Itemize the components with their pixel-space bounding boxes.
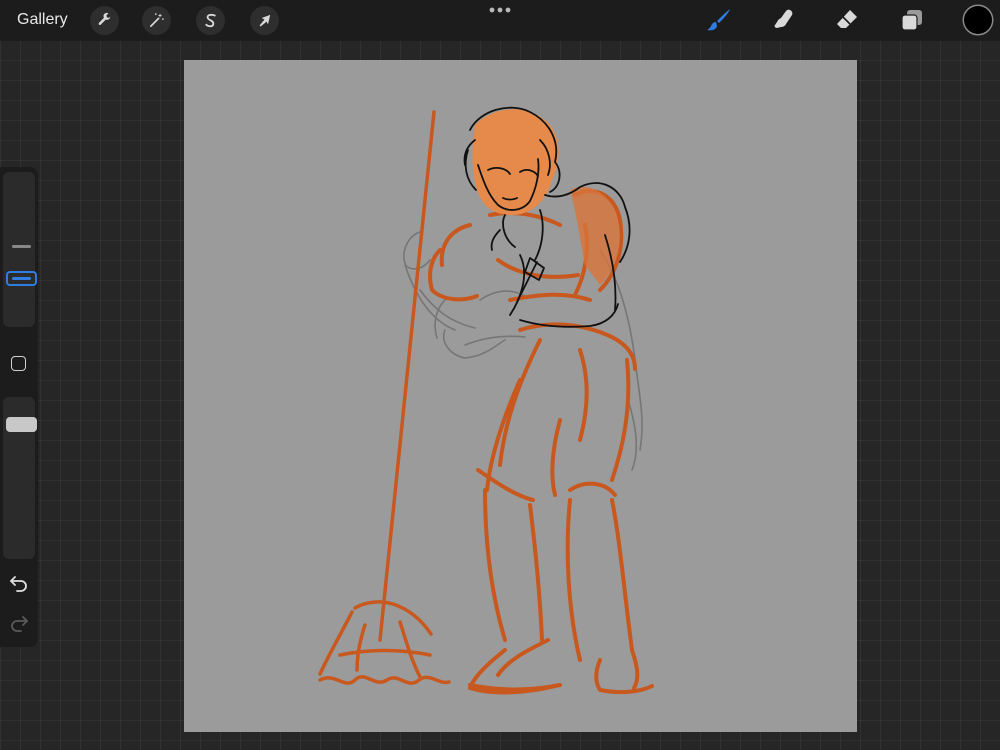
opacity-slider[interactable] <box>3 397 37 559</box>
gallery-button[interactable]: Gallery <box>17 11 68 29</box>
mop-head <box>318 600 451 685</box>
opacity-thumb[interactable] <box>6 416 37 432</box>
layers-icon[interactable] <box>899 7 925 33</box>
selection-button[interactable] <box>196 6 225 35</box>
smudge-finger-icon[interactable] <box>770 7 796 33</box>
slider-tick <box>12 245 31 248</box>
drawing-canvas[interactable] <box>184 60 857 732</box>
redo-icon[interactable] <box>9 614 29 632</box>
wrench-icon <box>98 12 111 25</box>
adjustments-button[interactable] <box>142 6 171 35</box>
top-toolbar: Gallery <box>0 0 1000 41</box>
undo-icon[interactable] <box>9 574 29 592</box>
more-options-icon[interactable] <box>488 3 512 17</box>
transform-button[interactable] <box>250 6 279 35</box>
arrow-cursor-icon <box>259 14 271 27</box>
selection-s-icon <box>205 13 216 28</box>
modify-button[interactable] <box>11 356 26 371</box>
brush-size-thumb[interactable] <box>6 271 37 287</box>
artwork <box>318 106 654 695</box>
brush-icon[interactable] <box>706 7 732 33</box>
side-toolbar <box>0 167 38 647</box>
eraser-icon[interactable] <box>834 7 860 33</box>
actions-button[interactable] <box>90 6 119 35</box>
color-swatch[interactable] <box>964 6 992 34</box>
brush-size-slider[interactable] <box>3 172 37 327</box>
mop-handle <box>378 110 436 642</box>
magic-wand-icon <box>149 13 164 28</box>
